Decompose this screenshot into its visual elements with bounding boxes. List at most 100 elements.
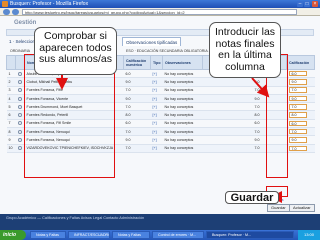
select-radio[interactable] [17, 79, 22, 84]
observations-cell: No hay conceptos [164, 129, 194, 134]
start-button[interactable]: inicio [0, 230, 26, 240]
observations-cell-col: No hay conceptos [162, 119, 203, 129]
grade-cell-col: 7.0 [123, 102, 151, 112]
observations-cell: No hay conceptos [164, 146, 194, 151]
taskbar-item[interactable]: Control de errores · M... [152, 231, 204, 239]
grade-cell-2: 7.0 [254, 146, 260, 151]
grade-cell-2: 9.0 [254, 138, 260, 143]
callout-check-students: Comprobar si aparecen todos sus alumnos/… [34, 27, 117, 75]
column-header-obs: Observaciones [162, 55, 203, 70]
column-header-final-grade: Calificación [286, 55, 315, 70]
add-concept-link[interactable]: [+] [153, 146, 157, 150]
final-grade-input[interactable]: 9.0 [288, 137, 307, 143]
grade-cell-col: 6.0 [123, 119, 151, 129]
final-grade-input[interactable]: 7.0 [288, 87, 307, 93]
final-grade-input-col: 9.0 [286, 135, 315, 145]
select-radio[interactable] [17, 104, 22, 109]
row-number: 7 [8, 121, 11, 126]
update-button[interactable]: Actualizar [289, 204, 315, 212]
row-number-col: 7 [6, 119, 16, 129]
add-concept-link[interactable]: [+] [153, 88, 157, 92]
add-concept-link[interactable]: [+] [153, 72, 157, 76]
observations-cell-col: No hay conceptos [162, 69, 203, 79]
tab-observaciones[interactable]: Observaciones tipificadas [122, 37, 182, 46]
select-radio[interactable] [17, 146, 22, 151]
callout-save: Guardar [225, 191, 279, 204]
spacer-cell-col [202, 135, 253, 145]
grade-cell-2: 7.0 [254, 104, 260, 109]
final-grade-input[interactable]: 7.0 [288, 104, 307, 110]
select-radio[interactable] [17, 129, 22, 134]
grade-cell-col: 7.0 [123, 144, 151, 153]
taskbar-item[interactable]: Notas y Faltas [112, 231, 150, 239]
close-icon[interactable]: × [312, 1, 318, 7]
maximize-icon[interactable]: □ [304, 1, 310, 7]
row-number-col: 5 [6, 102, 16, 112]
taskbar-item[interactable]: Notas y Faltas [30, 231, 66, 239]
add-concept-link[interactable]: [+] [153, 138, 157, 142]
row-number: 3 [8, 88, 11, 93]
select-radio[interactable] [17, 138, 22, 143]
spacer-cell-col [202, 77, 253, 87]
final-grade-input[interactable]: 6.0 [288, 120, 307, 127]
row-number-col: 10 [6, 144, 16, 153]
grade-cell-2: 7.0 [254, 88, 260, 93]
observations-cell-col: No hay conceptos [162, 94, 203, 104]
grade-cell-2: 8.0 [254, 113, 260, 118]
grade-cell-col: 7.0 [123, 86, 151, 95]
observations-cell-col: No hay conceptos [162, 110, 203, 120]
window-titlebar: Busquen: Profesor - Mozilla Firefox – □ … [0, 0, 320, 8]
row-number-col: 3 [6, 86, 16, 95]
final-grade-input[interactable]: 6.0 [288, 70, 307, 77]
select-radio[interactable] [17, 96, 22, 101]
save-button[interactable]: Guardar [267, 204, 290, 212]
back-icon[interactable] [3, 9, 10, 15]
forward-icon[interactable] [12, 9, 19, 15]
taskbar-item[interactable]: INFRACT/ESCUADRÓN [68, 231, 110, 239]
final-grade-input-col: 6.0 [286, 119, 315, 129]
final-grade-input[interactable]: 8.0 [288, 112, 307, 118]
grade-cell-col: 9.0 [123, 94, 151, 104]
select-radio[interactable] [17, 121, 22, 126]
add-concept-link[interactable]: [+] [153, 80, 157, 84]
select-radio[interactable] [17, 88, 22, 93]
row-number: 5 [8, 104, 11, 109]
final-grade-input[interactable]: 7.0 [288, 128, 307, 135]
observations-cell: No hay conceptos [164, 113, 194, 118]
add-concept-link-col: [+] [150, 69, 163, 79]
grade-cell-2: 9.0 [254, 79, 260, 84]
url-input[interactable]: http://www.tesluetro.es/bsqc/tareas/usua… [22, 9, 297, 15]
spacer-cell-col [202, 86, 253, 95]
add-concept-link[interactable]: [+] [153, 130, 157, 134]
minimize-icon[interactable]: – [297, 1, 303, 7]
final-grade-input-col: 9.0 [286, 77, 315, 87]
add-concept-link-col: [+] [150, 94, 163, 104]
grade-cell: 7.0 [125, 129, 131, 134]
grade-cell: 6.0 [125, 71, 131, 76]
add-concept-link[interactable]: [+] [153, 105, 157, 109]
final-grade-input[interactable]: 9.0 [288, 79, 307, 85]
final-grade-input[interactable]: 7.0 [288, 145, 307, 152]
grade-cell: 9.0 [125, 138, 131, 143]
select-radio[interactable] [17, 113, 22, 118]
add-concept-link-col: [+] [150, 102, 163, 112]
clock: 13:00 [298, 230, 320, 240]
page-title: Gestión [14, 20, 37, 26]
grade-cell-col: 6.0 [123, 69, 151, 79]
row-number-col: 6 [6, 110, 16, 120]
final-grade-input-col: 7.0 [286, 86, 315, 95]
spacer-cell-col [202, 144, 253, 153]
grade-cell: 7.0 [125, 88, 131, 93]
row-number-col: 4 [6, 94, 16, 104]
add-concept-link[interactable]: [+] [153, 113, 157, 117]
observations-cell: No hay conceptos [164, 121, 194, 126]
row-number: 4 [8, 96, 11, 101]
observations-cell: No hay conceptos [164, 138, 194, 143]
grade-cell-col: 9.0 [123, 135, 151, 145]
taskbar: inicio Notas y Faltas INFRACT/ESCUADRÓN … [0, 230, 320, 240]
add-concept-link[interactable]: [+] [153, 97, 157, 101]
final-grade-input[interactable]: 9.0 [288, 95, 307, 102]
select-radio[interactable] [17, 71, 22, 76]
add-concept-link[interactable]: [+] [153, 121, 157, 125]
taskbar-item[interactable]: Busquen: Profesor · M... [206, 231, 294, 239]
